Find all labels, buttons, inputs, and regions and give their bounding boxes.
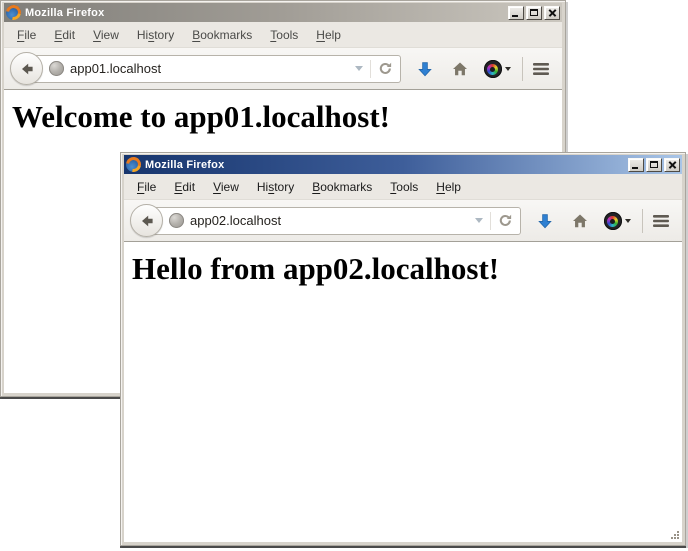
extension-colorwheel-button[interactable] bbox=[484, 60, 511, 78]
home-button[interactable] bbox=[571, 212, 589, 230]
desktop: Mozilla Firefox File Edit View History B… bbox=[0, 0, 688, 551]
menu-bookmarks[interactable]: Bookmarks bbox=[303, 176, 381, 198]
maximize-button[interactable] bbox=[526, 6, 542, 20]
menu-view[interactable]: View bbox=[84, 24, 128, 46]
home-icon bbox=[451, 60, 469, 78]
window-title: Mozilla Firefox bbox=[25, 7, 104, 19]
urlbar-dropdown-icon[interactable] bbox=[475, 218, 483, 223]
menu-tools[interactable]: Tools bbox=[261, 24, 307, 46]
hamburger-icon bbox=[652, 213, 672, 229]
toolbar-separator bbox=[522, 57, 523, 81]
menu-edit[interactable]: Edit bbox=[45, 24, 84, 46]
url-bar[interactable]: app02.localhost bbox=[146, 207, 521, 235]
navigation-toolbar: app02.localhost bbox=[124, 200, 682, 242]
menu-help[interactable]: Help bbox=[307, 24, 350, 46]
window-controls bbox=[628, 158, 680, 172]
color-wheel-icon bbox=[604, 212, 622, 230]
site-identity-globe-icon[interactable] bbox=[49, 61, 64, 76]
menu-history[interactable]: History bbox=[128, 24, 183, 46]
back-arrow-icon bbox=[139, 213, 155, 229]
home-button[interactable] bbox=[451, 60, 469, 78]
downloads-button[interactable] bbox=[536, 212, 554, 230]
menu-file[interactable]: File bbox=[8, 24, 45, 46]
urlbar-separator bbox=[370, 60, 371, 78]
home-icon bbox=[571, 212, 589, 230]
maximize-button[interactable] bbox=[646, 158, 662, 172]
reload-icon bbox=[378, 61, 393, 76]
menu-bar: File Edit View History Bookmarks Tools H… bbox=[124, 174, 682, 200]
url-text[interactable]: app01.localhost bbox=[70, 61, 161, 76]
titlebar[interactable]: Mozilla Firefox bbox=[4, 3, 562, 22]
minimize-button[interactable] bbox=[508, 6, 524, 20]
close-button[interactable] bbox=[664, 158, 680, 172]
page-content: Hello from app02.localhost! bbox=[124, 242, 682, 542]
extension-colorwheel-button[interactable] bbox=[604, 212, 631, 230]
window-controls bbox=[508, 6, 560, 20]
titlebar[interactable]: Mozilla Firefox bbox=[124, 155, 682, 174]
browser-window-app02[interactable]: Mozilla Firefox File Edit View History B… bbox=[120, 152, 686, 546]
menu-file[interactable]: File bbox=[128, 176, 165, 198]
minimize-icon bbox=[632, 167, 638, 169]
menu-bookmarks[interactable]: Bookmarks bbox=[183, 24, 261, 46]
url-bar[interactable]: app01.localhost bbox=[26, 55, 401, 83]
menu-help[interactable]: Help bbox=[427, 176, 470, 198]
maximize-icon bbox=[530, 9, 538, 16]
back-button[interactable] bbox=[130, 204, 163, 237]
menu-view[interactable]: View bbox=[204, 176, 248, 198]
close-button[interactable] bbox=[544, 6, 560, 20]
firefox-logo-icon bbox=[6, 5, 21, 20]
url-text[interactable]: app02.localhost bbox=[190, 213, 281, 228]
maximize-icon bbox=[650, 161, 658, 168]
reload-button[interactable] bbox=[498, 213, 513, 228]
toolbar-separator bbox=[642, 209, 643, 233]
dropdown-caret-icon bbox=[625, 219, 631, 223]
menu-bar: File Edit View History Bookmarks Tools H… bbox=[4, 22, 562, 48]
page-heading: Hello from app02.localhost! bbox=[132, 251, 682, 287]
urlbar-separator bbox=[490, 212, 491, 230]
site-identity-globe-icon[interactable] bbox=[169, 213, 184, 228]
hamburger-menu-button[interactable] bbox=[652, 213, 672, 229]
reload-icon bbox=[498, 213, 513, 228]
hamburger-icon bbox=[532, 61, 552, 77]
download-arrow-icon bbox=[536, 212, 554, 230]
reload-button[interactable] bbox=[378, 61, 393, 76]
resize-grip[interactable] bbox=[670, 530, 680, 540]
download-arrow-icon bbox=[416, 60, 434, 78]
minimize-icon bbox=[512, 15, 518, 17]
page-heading: Welcome to app01.localhost! bbox=[12, 99, 562, 135]
menu-tools[interactable]: Tools bbox=[381, 176, 427, 198]
minimize-button[interactable] bbox=[628, 158, 644, 172]
urlbar-dropdown-icon[interactable] bbox=[355, 66, 363, 71]
navigation-toolbar: app01.localhost bbox=[4, 48, 562, 90]
back-button[interactable] bbox=[10, 52, 43, 85]
firefox-logo-icon bbox=[126, 157, 141, 172]
color-wheel-icon bbox=[484, 60, 502, 78]
back-arrow-icon bbox=[19, 61, 35, 77]
downloads-button[interactable] bbox=[416, 60, 434, 78]
hamburger-menu-button[interactable] bbox=[532, 61, 552, 77]
dropdown-caret-icon bbox=[505, 67, 511, 71]
menu-history[interactable]: History bbox=[248, 176, 303, 198]
menu-edit[interactable]: Edit bbox=[165, 176, 204, 198]
window-title: Mozilla Firefox bbox=[145, 159, 224, 171]
